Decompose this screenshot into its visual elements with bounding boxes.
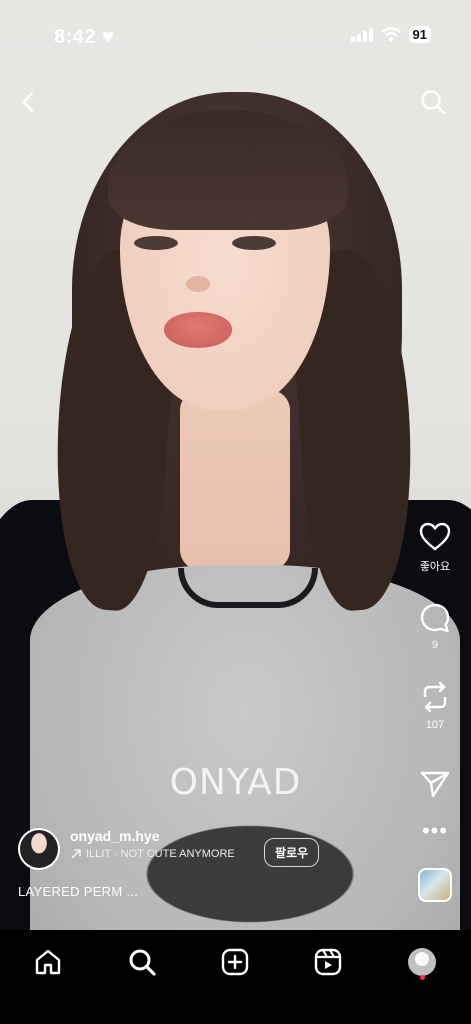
- author-username[interactable]: onyad_m.hye: [70, 828, 235, 844]
- repost-button[interactable]: 107: [413, 681, 457, 731]
- status-time: 8:42 ♥: [54, 26, 114, 49]
- watermark-text: ONYAD: [169, 762, 302, 803]
- back-button[interactable]: [12, 86, 44, 118]
- notification-dot: [420, 975, 425, 980]
- repost-count: 107: [425, 719, 445, 731]
- audio-thumbnail[interactable]: [418, 868, 452, 902]
- profile-avatar: [408, 948, 436, 976]
- tab-create[interactable]: [213, 940, 257, 984]
- bottom-tab-bar: [0, 930, 471, 1024]
- heart-status-icon: ♥: [102, 26, 115, 48]
- more-options-button[interactable]: •••: [413, 818, 457, 844]
- reels-icon: [314, 948, 342, 976]
- reel-caption[interactable]: LAYERED PERM ...: [18, 884, 138, 899]
- like-button[interactable]: 좋아요: [413, 522, 457, 574]
- comment-icon: [420, 603, 450, 633]
- heart-icon: [419, 522, 451, 551]
- arrow-up-right-icon: [71, 849, 81, 859]
- left-eye: [134, 236, 178, 250]
- send-icon: [420, 771, 450, 798]
- signal-icon: [350, 27, 373, 42]
- shirt-collar: [178, 568, 318, 608]
- share-button[interactable]: [413, 770, 457, 798]
- wifi-icon: [380, 27, 401, 42]
- status-bar: 8:42 ♥ 91: [0, 0, 471, 76]
- follow-button[interactable]: 팔로우: [264, 838, 320, 867]
- audio-row[interactable]: ILLIT · NOT CUTE ANYMORE: [70, 848, 235, 860]
- battery-indicator: 91: [408, 26, 431, 43]
- tab-explore[interactable]: [120, 940, 164, 984]
- neck-shape: [180, 390, 290, 570]
- audio-title: ILLIT · NOT CUTE ANYMORE: [86, 848, 235, 860]
- author-info: onyad_m.hye ILLIT · NOT CUTE ANYMORE: [18, 828, 235, 870]
- more-icon: •••: [421, 818, 449, 843]
- home-icon: [35, 949, 61, 975]
- chevron-left-icon: [22, 91, 34, 113]
- author-avatar[interactable]: [18, 828, 60, 870]
- lips: [164, 312, 232, 348]
- search-button[interactable]: [417, 86, 449, 118]
- avatar-image: [20, 830, 58, 868]
- comment-button[interactable]: 9: [413, 603, 457, 651]
- comment-count: 9: [431, 639, 439, 651]
- like-label: 좋아요: [419, 561, 451, 573]
- search-icon: [129, 949, 156, 976]
- nose: [186, 276, 210, 292]
- repost-icon: [423, 681, 447, 713]
- status-icons: 91: [350, 26, 431, 43]
- right-eye: [232, 236, 276, 250]
- time-text: 8:42: [54, 26, 97, 48]
- author-meta: onyad_m.hye ILLIT · NOT CUTE ANYMORE: [70, 828, 235, 860]
- tab-home[interactable]: [26, 940, 70, 984]
- search-icon: [421, 90, 446, 115]
- tab-reels[interactable]: [306, 940, 350, 984]
- plus-square-icon: [221, 948, 249, 976]
